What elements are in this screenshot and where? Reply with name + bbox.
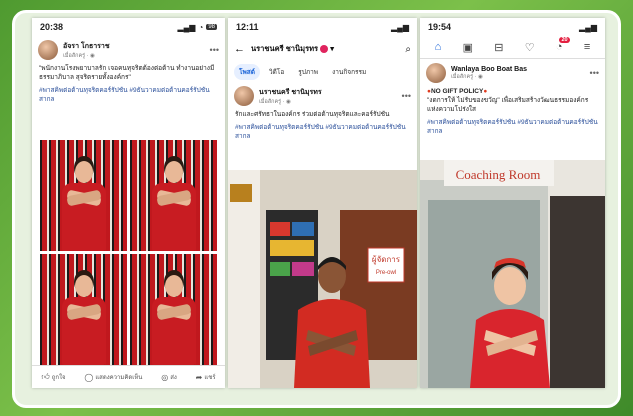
menu-icon[interactable]: ≡ xyxy=(584,41,590,53)
share-icon: ◎ xyxy=(161,372,169,382)
post-photo[interactable] xyxy=(130,140,217,251)
post-policy-title: ●NO GIFT POLICY● xyxy=(427,88,488,95)
comment-icon: ◯ xyxy=(84,372,94,382)
signal-icon: ▂▄▆ xyxy=(579,22,597,32)
status-time: 19:54 xyxy=(428,22,452,32)
wifi-icon: ◔ xyxy=(198,22,204,32)
tab-photos[interactable]: รูปภาพ xyxy=(293,64,323,80)
phone-screenshot-2: 12:11 ▂▄▆ ← นราชนครี ชานิมุรทร ▾ ⌕ โพสต์… xyxy=(228,18,417,388)
status-bar: 19:54 ▂▄▆ xyxy=(420,18,605,36)
notification-count: 20 xyxy=(559,37,570,43)
like-button[interactable]: 👍︎ ถูกใจ xyxy=(41,372,65,382)
page-tabs: โพสต์ วิดีโอ รูปภาพ งานกิจกรรม xyxy=(228,62,417,82)
post-author[interactable]: นราชนครี ชานิมุรทร xyxy=(259,87,322,98)
phone-screenshot-1: 20:38 ▂▄▆ ◔ 98 อัจรา โกธาราช เมื่อสักครู… xyxy=(32,18,225,388)
post-actions: 👍︎ ถูกใจ ◯ แสดงความคิดเห็น ◎ ส่ง ➦ แชร์ xyxy=(32,365,225,388)
post-meta: เมื่อสักครู่ · ◉ xyxy=(63,52,95,59)
more-options-icon[interactable]: ••• xyxy=(590,68,599,78)
green-frame: 20:38 ▂▄▆ ◔ 98 อัจรา โกธาราช เมื่อสักครู… xyxy=(0,0,633,416)
tab-videos[interactable]: วิดีโอ xyxy=(264,64,289,80)
page-header: ← นราชนครี ชานิมุรทร ▾ ⌕ xyxy=(228,36,417,62)
facebook-nav-bar: ⌂ ▣ ⊟ ♡ ◔ 20 ≡ xyxy=(420,36,605,59)
status-bar: 12:11 ▂▄▆ xyxy=(228,18,417,36)
post-meta: เมื่อสักครู่ · ◉ xyxy=(451,73,483,80)
photo-grid xyxy=(40,140,217,365)
status-time: 20:38 xyxy=(40,22,64,32)
post-author[interactable]: Wanlaya Boo Boat Bas xyxy=(451,66,527,73)
more-options-icon[interactable]: ••• xyxy=(402,91,411,101)
page-title: นราชนครี ชานิมุรทร ▾ xyxy=(251,44,335,54)
signal-icon: ▂▄▆ xyxy=(177,22,196,32)
post-text: "งดการให้ ไม่รับของขวัญ" เพื่อเสริมสร้าง… xyxy=(427,97,589,114)
person-figure xyxy=(58,273,110,365)
post-photo[interactable]: ผู้จัดการ Pre-owl xyxy=(228,170,417,388)
person-figure xyxy=(148,273,200,365)
avatar[interactable] xyxy=(38,40,58,60)
post-hashtags[interactable]: #พาสคิพต่อต้านทุจริตคอร์รัปชัน #9ธันวาคม… xyxy=(420,114,605,140)
post-text: รักและศรัทธาในองค์กร ร่วมต่อต้านทุจริตแล… xyxy=(235,111,390,118)
person-figure xyxy=(148,159,200,251)
more-options-icon[interactable]: ••• xyxy=(210,45,219,55)
send-button[interactable]: ◎ ส่ง xyxy=(161,372,177,382)
back-arrow-icon[interactable]: ← xyxy=(234,43,245,55)
post-header: Wanlaya Boo Boat Bas เมื่อสักครู่ · ◉ ••… xyxy=(420,59,605,87)
office-sign: ผู้จัดการ xyxy=(372,255,401,265)
search-icon[interactable]: ⌕ xyxy=(405,44,411,55)
status-bar: 20:38 ▂▄▆ ◔ 98 xyxy=(32,18,225,36)
live-badge-icon xyxy=(320,45,329,54)
globe-icon: ◉ xyxy=(478,73,483,80)
red-circle-icon: ● xyxy=(483,88,488,95)
post-meta: เมื่อสักครู่ · ◉ xyxy=(259,98,291,105)
room-sign: Coaching Room xyxy=(456,167,541,182)
post-hashtags[interactable]: #พาสคิพต่อต้านทุจริตคอร์รัปชัน #9ธันวาคม… xyxy=(228,119,417,145)
post-header: นราชนครี ชานิมุรทร เมื่อสักครู่ · ◉ ••• xyxy=(228,82,417,110)
tab-events[interactable]: งานกิจกรรม xyxy=(327,64,371,80)
post-hashtags[interactable]: #พาสคิพต่อต้านทุจริตคอร์รัปชัน #9ธันวาคม… xyxy=(32,82,225,108)
avatar[interactable] xyxy=(234,86,254,106)
post-header: อัจรา โกธาราช เมื่อสักครู่ · ◉ ••• xyxy=(32,36,225,64)
globe-icon: ◉ xyxy=(286,98,291,105)
like-icon: 👍︎ xyxy=(41,372,50,381)
phone-screenshot-3: 19:54 ▂▄▆ ⌂ ▣ ⊟ ♡ ◔ 20 ≡ Wanlaya Boo Boat… xyxy=(420,18,605,388)
post-author[interactable]: อัจรา โกธาราช xyxy=(63,41,110,52)
video-icon[interactable]: ▣ xyxy=(463,41,473,54)
home-icon[interactable]: ⌂ xyxy=(435,41,442,53)
post-photo[interactable]: Coaching Room xyxy=(420,160,605,388)
post-photo[interactable] xyxy=(40,140,127,251)
comment-button[interactable]: ◯ แสดงความคิดเห็น xyxy=(84,372,142,382)
battery-icon: 98 xyxy=(206,24,217,30)
office-sign-subtext: Pre-owl xyxy=(376,270,396,276)
dating-icon[interactable]: ♡ xyxy=(525,41,535,54)
status-time: 12:11 xyxy=(236,22,259,32)
tab-posts[interactable]: โพสต์ xyxy=(234,64,260,80)
avatar[interactable] xyxy=(426,63,446,83)
post-text: "พนักงานโรงพยาบาลรัก เจอคนทุจริตต้องต่อต… xyxy=(39,65,215,82)
post-photo[interactable] xyxy=(130,254,217,365)
post-photo[interactable] xyxy=(40,254,127,365)
marketplace-icon[interactable]: ⊟ xyxy=(494,41,503,54)
notifications-icon[interactable]: ◔ 20 xyxy=(556,37,570,53)
share-button[interactable]: ➦ แชร์ xyxy=(196,372,216,382)
signal-icon: ▂▄▆ xyxy=(391,22,409,32)
forward-icon: ➦ xyxy=(195,372,203,382)
person-figure xyxy=(58,159,110,251)
globe-icon: ◉ xyxy=(90,52,95,59)
